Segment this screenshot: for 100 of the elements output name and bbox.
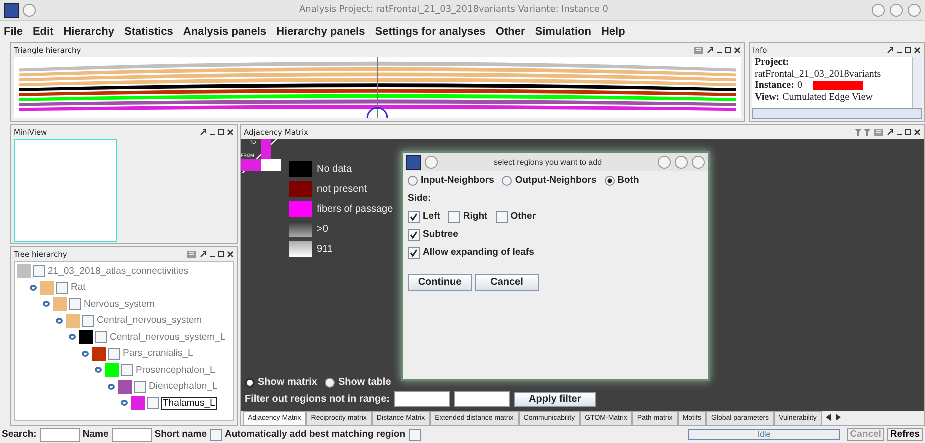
checkbox[interactable] [408, 228, 420, 240]
menu-item[interactable]: Other [496, 26, 526, 38]
legend-label: not present [317, 184, 368, 194]
checkbox[interactable] [408, 246, 420, 258]
grid-icon[interactable] [187, 250, 197, 258]
radio-button[interactable] [408, 176, 418, 186]
scrollbar[interactable] [752, 108, 922, 119]
maximize-button[interactable] [890, 4, 903, 16]
tree-handle-icon[interactable] [30, 284, 37, 291]
checkbox[interactable] [210, 428, 222, 440]
radio-button[interactable] [245, 378, 255, 388]
radio-button[interactable] [325, 378, 336, 388]
menu-item[interactable]: Hierarchy panels [276, 26, 366, 38]
tree-item[interactable]: Pars_cranialis_L [122, 348, 194, 360]
tree-handle-icon[interactable] [108, 384, 115, 390]
checkbox[interactable] [496, 210, 508, 222]
panel-controls-icon[interactable] [887, 128, 921, 136]
tree-handle-icon[interactable] [95, 367, 102, 374]
panel-controls-icon[interactable] [887, 46, 921, 54]
checkbox[interactable] [69, 298, 81, 310]
app-icon[interactable] [4, 2, 19, 18]
tree-handle-icon[interactable] [82, 350, 89, 357]
checkbox[interactable] [56, 282, 68, 294]
menu-item[interactable]: Statistics [124, 26, 174, 38]
grid-icon[interactable] [874, 128, 884, 136]
legend-label: >0 [317, 224, 328, 234]
window-menu-button[interactable] [425, 156, 438, 168]
tree-item[interactable]: Central_nervous_system_L [109, 332, 227, 343]
checkbox[interactable] [448, 210, 460, 222]
close-button[interactable] [908, 4, 921, 16]
checkbox-label[interactable]: Right [463, 211, 488, 222]
name-field[interactable] [112, 428, 152, 442]
radio-button[interactable] [604, 176, 615, 186]
refresh-button[interactable]: Refres [887, 428, 923, 441]
checkbox[interactable] [147, 397, 159, 410]
radio-label[interactable]: Both [618, 175, 640, 186]
menu-item[interactable]: Hierarchy [64, 26, 114, 38]
search-field[interactable] [40, 428, 80, 442]
grid-icon[interactable] [694, 46, 704, 54]
checkbox[interactable] [33, 265, 45, 278]
tab-scroll-icon[interactable] [824, 413, 843, 422]
tree-handle-icon[interactable] [69, 334, 76, 340]
tree-item[interactable]: Thalamus_L [161, 396, 218, 410]
info-value: ratFrontal_21_03_2018variants [755, 68, 882, 80]
checkbox-label[interactable]: Allow expanding of leafs [423, 247, 534, 258]
radio-label[interactable]: Show table [338, 377, 392, 388]
menu-item[interactable]: Help [601, 26, 626, 38]
legend-label: No data [317, 164, 352, 174]
minimize-button[interactable] [872, 4, 885, 16]
info-label: View: [755, 92, 780, 103]
info-label: Instance: [755, 80, 794, 92]
checkbox[interactable] [82, 314, 94, 327]
tree-handle-icon[interactable] [121, 400, 128, 406]
checkbox-label[interactable]: Subtree [423, 229, 458, 240]
radio-button[interactable] [502, 176, 512, 186]
checkbox[interactable] [95, 331, 107, 344]
checkbox[interactable] [108, 348, 120, 360]
radio-label[interactable]: Show matrix [258, 377, 318, 388]
checkbox[interactable] [408, 428, 421, 440]
menu-item[interactable]: Simulation [535, 26, 592, 38]
checkbox-label[interactable]: Left [423, 211, 440, 222]
dialog-button[interactable]: Continue [408, 274, 472, 291]
radio-label[interactable]: Input-Neighbors [421, 175, 494, 186]
scrollbar[interactable] [912, 57, 922, 108]
redacted-mark [813, 81, 864, 90]
dialog-button[interactable]: Cancel [475, 274, 539, 291]
tree-item[interactable]: Nervous_system [83, 298, 156, 310]
window-menu-button[interactable] [23, 4, 36, 16]
maximize-button[interactable] [675, 156, 688, 168]
close-button[interactable] [692, 156, 705, 168]
tree-handle-icon[interactable] [43, 301, 50, 308]
apply-filter-button[interactable]: Apply filter [514, 392, 596, 406]
checkbox[interactable] [408, 210, 420, 222]
minimize-button[interactable] [658, 156, 671, 168]
checkbox[interactable] [134, 380, 146, 393]
tree-item[interactable]: Rat [70, 282, 87, 294]
app-icon[interactable] [406, 154, 421, 170]
tree-item[interactable]: Central_nervous_system [96, 315, 204, 326]
checkbox-label[interactable]: Other [510, 211, 536, 222]
checkbox[interactable] [121, 364, 133, 376]
tree-item[interactable]: Diencephalon_L [148, 381, 219, 392]
checkbox-label[interactable]: Automatically add best matching region [225, 429, 406, 440]
filter-icon[interactable] [855, 128, 871, 136]
tree-item[interactable]: 21_03_2018_atlas_connectivities [47, 266, 190, 277]
info-value: Cumulated Edge View [782, 92, 873, 103]
menu-item[interactable]: Settings for analyses [375, 26, 486, 38]
radio-label[interactable]: Output-Neighbors [515, 175, 597, 186]
menu-item[interactable]: Edit [32, 26, 54, 38]
gradient-swatch [289, 241, 312, 257]
menu-item[interactable]: Analysis panels [183, 26, 267, 38]
checkbox-label[interactable]: Short name [154, 429, 207, 440]
panel-controls-icon[interactable] [200, 128, 234, 136]
tree-handle-icon[interactable] [56, 318, 63, 324]
panel-controls-icon[interactable] [200, 250, 234, 258]
range-min-field[interactable] [394, 391, 450, 407]
tree-item[interactable]: Prosencephalon_L [135, 364, 216, 376]
status-text: Idle [688, 429, 840, 440]
panel-controls-icon[interactable] [707, 46, 741, 54]
menu-item[interactable]: File [4, 26, 23, 38]
range-max-field[interactable] [454, 391, 510, 407]
